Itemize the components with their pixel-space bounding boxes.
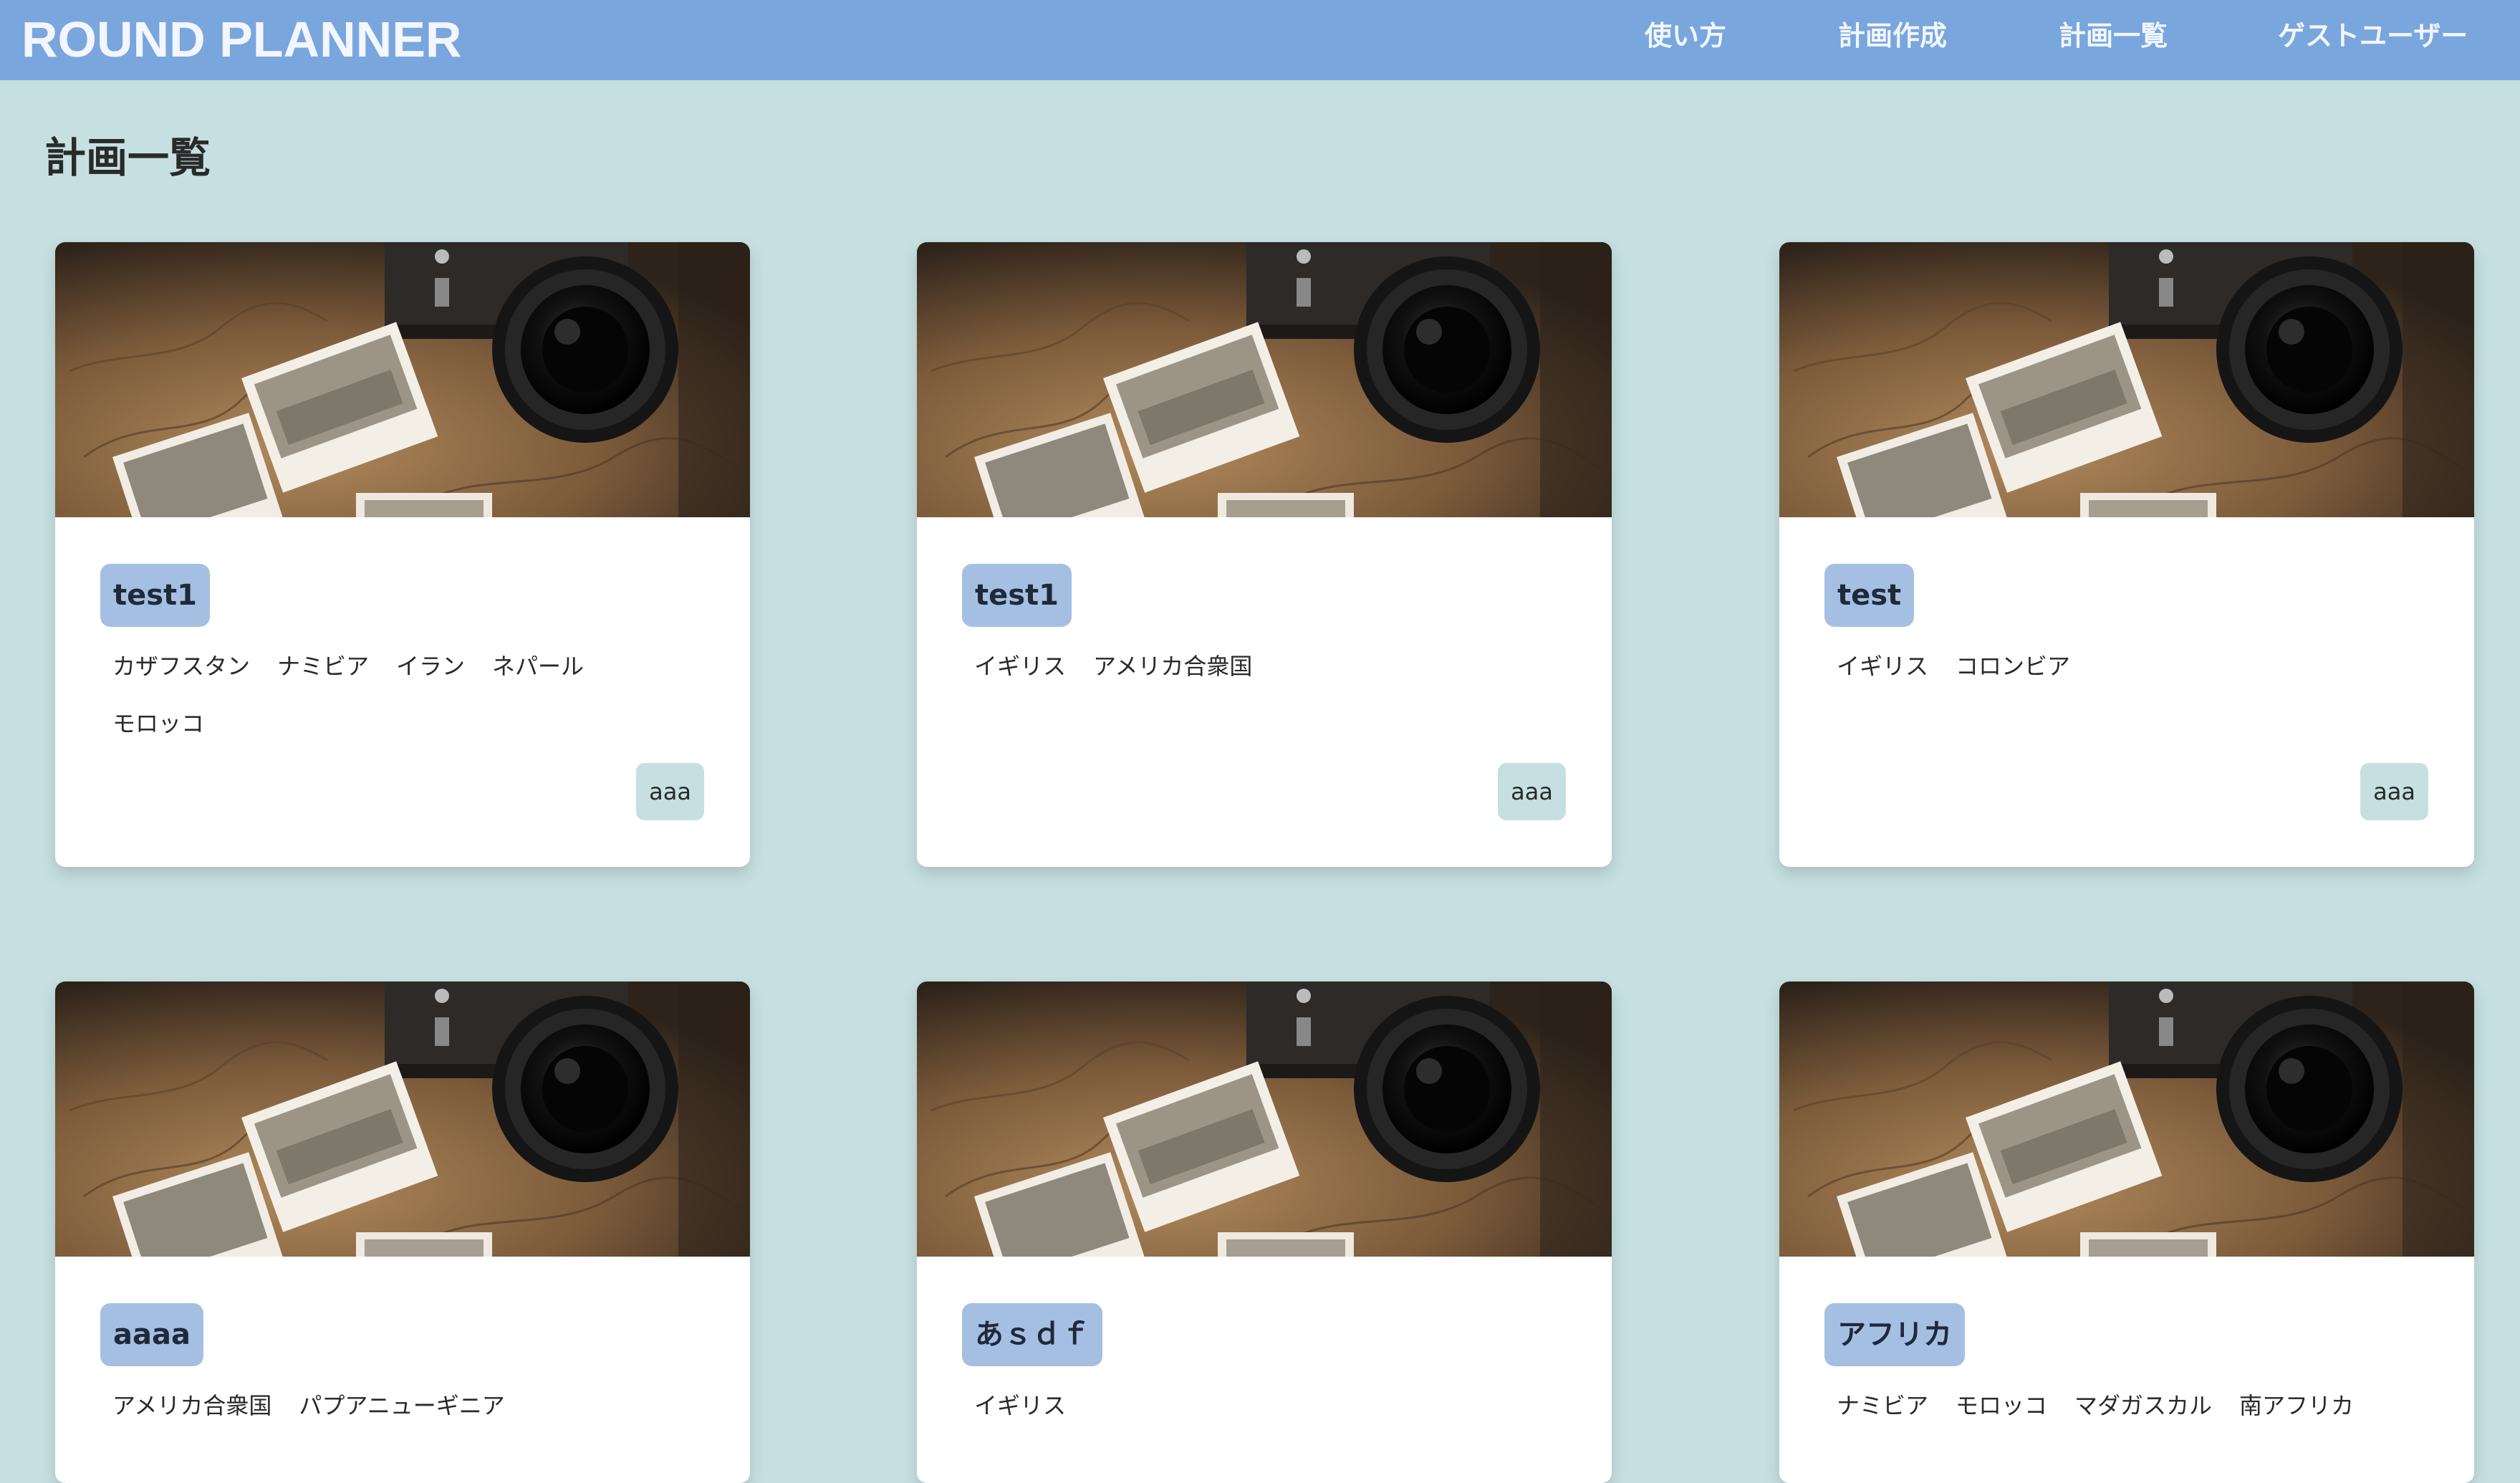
page-title: 計画一覧 — [44, 133, 211, 182]
country-label: パプアニューギニア — [299, 1392, 505, 1419]
nav-link-create-plan[interactable]: 計画作成 — [1838, 16, 1947, 56]
country-label: アメリカ合衆国 — [112, 1392, 272, 1419]
country-label: 南アフリカ — [2239, 1392, 2355, 1419]
country-label: ナミビア — [1837, 1392, 1929, 1419]
travel-camera-map-image — [917, 982, 1612, 1257]
country-label: イラン — [396, 653, 466, 680]
nav-link-plan-list[interactable]: 計画一覧 — [2059, 16, 2168, 56]
plan-tag-badge: aaa — [1498, 763, 1566, 820]
plan-title-badge: アフリカ — [1824, 1303, 1965, 1366]
country-label: コロンビア — [1956, 653, 2071, 680]
country-label: カザフスタン — [112, 653, 251, 680]
plan-tag-badge: aaa — [636, 763, 704, 820]
plan-title-badge: aaaa — [100, 1303, 203, 1366]
travel-camera-map-image — [1779, 242, 2474, 517]
country-list: カザフスタン ナミビア イラン ネパールモロッコ — [112, 638, 700, 752]
plan-tag-badge: aaa — [2360, 763, 2428, 820]
plan-card[interactable]: test イギリス コロンビア aaa — [1779, 242, 2474, 867]
travel-camera-map-image — [55, 982, 750, 1257]
nav-link-guest-user[interactable]: ゲストユーザー — [2278, 16, 2468, 56]
country-label: モロッコ — [112, 710, 205, 737]
travel-camera-map-image — [917, 242, 1612, 517]
nav-link-how-to-use[interactable]: 使い方 — [1645, 16, 1726, 56]
country-list: アメリカ合衆国 パプアニューギニア — [112, 1377, 700, 1434]
plan-title-badge: あｓｄｆ — [962, 1303, 1102, 1366]
country-label: イギリス — [1837, 653, 1929, 680]
plan-title-badge: test1 — [100, 564, 211, 627]
country-list: イギリス — [974, 1377, 1562, 1434]
country-label: モロッコ — [1956, 1392, 2048, 1419]
country-list: イギリス アメリカ合衆国 — [974, 638, 1562, 695]
plan-card[interactable]: test1 カザフスタン ナミビア イラン ネパールモロッコ aaa — [55, 242, 750, 867]
plan-card[interactable]: test1 イギリス アメリカ合衆国 aaa — [917, 242, 1612, 867]
plan-card[interactable]: あｓｄｆ イギリス — [917, 982, 1612, 1483]
plan-card[interactable]: aaaa アメリカ合衆国 パプアニューギニア — [55, 982, 750, 1483]
country-list: イギリス コロンビア — [1837, 638, 2424, 695]
travel-camera-map-image — [1779, 982, 2474, 1257]
plan-title-badge: test1 — [962, 564, 1072, 627]
country-label: イギリス — [974, 1392, 1067, 1419]
brand-logo[interactable]: ROUND PLANNER — [21, 7, 461, 72]
country-label: ナミビア — [277, 653, 370, 680]
plan-title-badge: test — [1824, 564, 1915, 627]
country-label: ネパール — [492, 653, 585, 680]
travel-camera-map-image — [55, 242, 750, 517]
plan-card[interactable]: アフリカナミビア モロッコ マダガスカル 南アフリカ — [1779, 982, 2474, 1483]
country-list: ナミビア モロッコ マダガスカル 南アフリカ — [1837, 1377, 2424, 1434]
country-label: マダガスカル — [2074, 1392, 2213, 1419]
country-label: アメリカ合衆国 — [1093, 653, 1253, 680]
country-label: イギリス — [974, 653, 1067, 680]
navbar: ROUND PLANNER 使い方 計画作成 計画一覧 ゲストユーザー — [0, 0, 2520, 80]
